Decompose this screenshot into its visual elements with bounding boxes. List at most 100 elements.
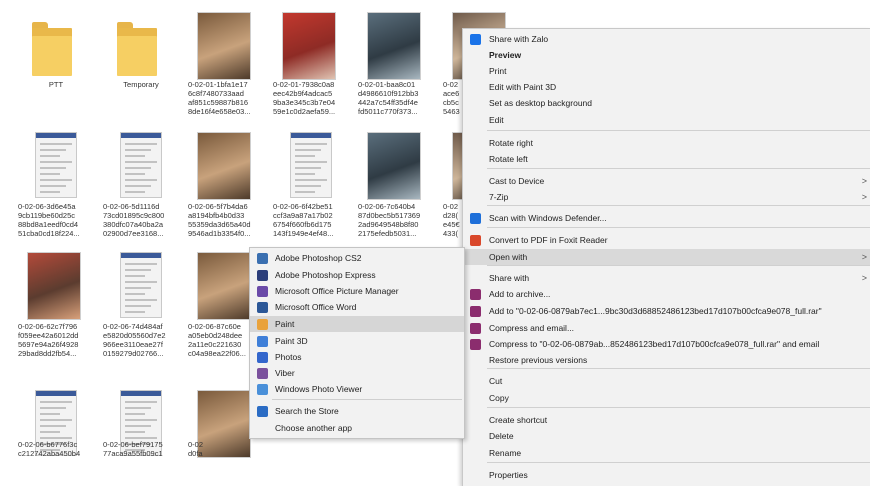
open-with-item-paint-3d[interactable]: Paint 3D — [250, 333, 464, 349]
menu-item-add-to-0-02-06-0879ab7ec1-9bc30d3d688524[interactable]: Add to "0-02-06-0879ab7ec1...9bc30d3d688… — [463, 303, 870, 319]
menu-item-label: Cast to Device — [489, 176, 545, 186]
menu-item-set-as-desktop-background[interactable]: Set as desktop background — [463, 95, 870, 111]
menu-item-label: Delete — [489, 431, 514, 441]
paint-icon — [257, 319, 268, 330]
menu-item-delete[interactable]: Delete — [463, 428, 870, 444]
menu-item-open-with[interactable]: Open with > — [463, 249, 870, 265]
file-name: 0-02-06-bef79175 77aca9a55fb09c1 — [103, 440, 163, 458]
menu-item-label: Paint 3D — [275, 336, 308, 346]
menu-item-label: Create shortcut — [489, 415, 548, 425]
menu-item-cast-to-device[interactable]: Cast to Device > — [463, 173, 870, 189]
menu-item-label: Preview — [489, 50, 522, 60]
menu-item-create-shortcut[interactable]: Create shortcut — [463, 412, 870, 428]
menu-separator — [487, 368, 870, 369]
menu-item-label: Edit — [489, 115, 504, 125]
menu-item-add-to-archive[interactable]: Add to archive... — [463, 286, 870, 302]
open-with-item-microsoft-office-picture-manager[interactable]: Microsoft Office Picture Manager — [250, 283, 464, 299]
menu-item-label: Restore previous versions — [489, 355, 588, 365]
menu-item-compress-to-0-02-06-0879ab-852486123bed1[interactable]: Compress to "0-02-06-0879ab...852486123b… — [463, 336, 870, 352]
foxit-icon — [470, 235, 481, 246]
photo-thumbnail — [197, 252, 251, 320]
chevron-right-icon: > — [861, 252, 867, 262]
photo-thumbnail — [367, 132, 421, 200]
store-icon — [257, 406, 268, 417]
photo-thumbnail — [197, 12, 251, 80]
menu-item-print[interactable]: Print — [463, 63, 870, 79]
menu-item-label: Photos — [275, 352, 302, 362]
screenshot-thumbnail — [35, 132, 77, 198]
menu-separator — [487, 130, 870, 131]
file-name: 0-02-06-62c7f796 f059ee42a6012dd 5697e94… — [18, 322, 79, 358]
menu-item-restore-previous-versions[interactable]: Restore previous versions — [463, 352, 870, 368]
menu-item-rotate-right[interactable]: Rotate right — [463, 135, 870, 151]
photo-viewer-icon — [257, 384, 268, 395]
menu-item-7-zip[interactable]: 7-Zip > — [463, 189, 870, 205]
winrar-icon — [470, 323, 481, 334]
open-with-item-adobe-photoshop-express[interactable]: Adobe Photoshop Express — [250, 267, 464, 283]
menu-item-edit-with-paint-3d[interactable]: Edit with Paint 3D — [463, 79, 870, 95]
file-name: 0-02-06-5f7b4da6 a8194bfb4b0d33 55359da3… — [188, 202, 251, 238]
menu-item-label: Rotate left — [489, 154, 528, 164]
winrar-icon — [470, 289, 481, 300]
photo-thumbnail — [367, 12, 421, 80]
menu-item-label: Edit with Paint 3D — [489, 82, 557, 92]
menu-item-label: Paint — [275, 319, 295, 329]
menu-item-label: Add to archive... — [489, 289, 551, 299]
menu-item-label: Rename — [489, 448, 522, 458]
open-with-item-photos[interactable]: Photos — [250, 349, 464, 365]
viber-icon — [257, 368, 268, 379]
menu-item-label: Share with Zalo — [489, 34, 549, 44]
photo-thumbnail — [27, 252, 81, 320]
photoshop-express-icon — [257, 270, 268, 281]
menu-item-convert-to-pdf-in-foxit-reader[interactable]: Convert to PDF in Foxit Reader — [463, 232, 870, 248]
menu-item-copy[interactable]: Copy — [463, 390, 870, 406]
menu-item-share-with[interactable]: Share with > — [463, 270, 870, 286]
menu-item-scan-with-windows-defender[interactable]: Scan with Windows Defender... — [463, 210, 870, 226]
menu-item-rename[interactable]: Rename — [463, 445, 870, 461]
file-name: 0-02-06-5d1116d 73cd01895c9c800 380dfc07… — [103, 202, 165, 238]
menu-item-edit[interactable]: Edit — [463, 112, 870, 128]
menu-item-label: Copy — [489, 393, 509, 403]
context-menu: Share with Zalo Preview Print Edit with Pai… — [462, 28, 870, 486]
open-with-item-microsoft-office-word[interactable]: Microsoft Office Word — [250, 299, 464, 315]
file-name: 0-02 d0fa — [188, 440, 204, 458]
chevron-right-icon: > — [861, 176, 867, 186]
menu-item-label: Share with — [489, 273, 530, 283]
open-with-item-paint[interactable]: Paint — [250, 316, 464, 332]
file-name: PTT — [48, 80, 64, 89]
paint-3d-icon — [257, 336, 268, 347]
menu-item-label: Print — [489, 66, 507, 76]
menu-item-rotate-left[interactable]: Rotate left — [463, 151, 870, 167]
open-with-item-search-the-store[interactable]: Search the Store — [250, 403, 464, 419]
menu-separator — [487, 168, 870, 169]
file-name: 0-02-06-b6776f3c c212742aba450b4 — [18, 440, 81, 458]
menu-item-label: Microsoft Office Picture Manager — [275, 286, 399, 296]
menu-item-label: Search the Store — [275, 406, 339, 416]
menu-item-label: Convert to PDF in Foxit Reader — [489, 235, 608, 245]
zalo-icon — [470, 34, 481, 45]
open-with-item-adobe-photoshop-cs2[interactable]: Adobe Photoshop CS2 — [250, 250, 464, 266]
menu-item-label: Compress to "0-02-06-0879ab...852486123b… — [489, 339, 820, 349]
menu-item-label: Scan with Windows Defender... — [489, 213, 607, 223]
file-name: 0-02-06-3d6e45a 9cb119be60d25c 88bd8a1ee… — [18, 202, 80, 238]
menu-item-label: Cut — [489, 376, 503, 386]
menu-item-cut[interactable]: Cut — [463, 373, 870, 389]
menu-item-share-with-zalo[interactable]: Share with Zalo — [463, 31, 870, 47]
menu-item-preview[interactable]: Preview — [463, 47, 870, 63]
open-with-item-choose-another-app[interactable]: Choose another app — [250, 420, 464, 436]
menu-item-label: Set as desktop background — [489, 98, 593, 108]
chevron-right-icon: > — [861, 273, 867, 283]
open-with-item-windows-photo-viewer[interactable]: Windows Photo Viewer — [250, 381, 464, 397]
menu-item-compress-and-email[interactable]: Compress and email... — [463, 320, 870, 336]
menu-item-label: Choose another app — [275, 423, 353, 433]
screenshot-thumbnail — [120, 132, 162, 198]
open-with-item-viber[interactable]: Viber — [250, 365, 464, 381]
picture-manager-icon — [257, 286, 268, 297]
menu-separator — [487, 227, 870, 228]
defender-icon — [470, 213, 481, 224]
menu-item-label: Windows Photo Viewer — [275, 384, 363, 394]
file-name: 0-02-06-6f42be51 ccf3a9a87a17b02 6754f66… — [273, 202, 334, 238]
file-name: 0-02-01-1bfa1e17 6c8f7480733aad af851c59… — [188, 80, 251, 116]
menu-item-label: 7-Zip — [489, 192, 509, 202]
menu-item-properties[interactable]: Properties — [463, 467, 870, 483]
